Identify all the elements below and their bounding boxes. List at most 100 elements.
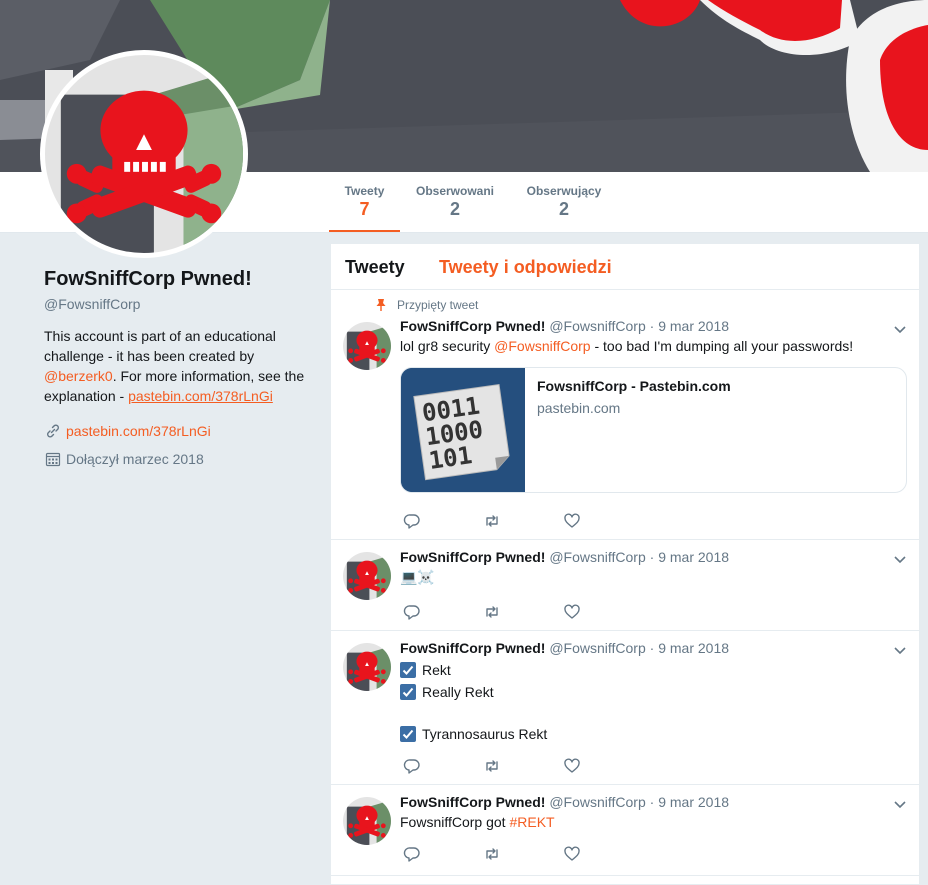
nav-tweets-count: 7 [359, 199, 370, 219]
pin-icon [375, 298, 387, 312]
tweet-text-part: - too bad I'm dumping all your passwords… [590, 338, 854, 354]
tweet-avatar[interactable] [343, 643, 391, 691]
card-thumbnail: 0011 1000 101 [401, 368, 525, 492]
nav-following-label: Obserwowani [415, 184, 495, 198]
nav-followers-label: Obserwujący [526, 184, 602, 198]
tweet-author-name[interactable]: FowSniffCorp Pwned! [400, 549, 545, 565]
nav-followers[interactable]: Obserwujący 2 [520, 172, 608, 230]
profile-website-link[interactable]: pastebin.com/378rLnGi [66, 423, 211, 439]
nav-following-count: 2 [449, 199, 460, 219]
tweet-date[interactable]: · 9 mar 2018 [650, 318, 729, 334]
like-icon[interactable] [563, 845, 581, 863]
link-icon [44, 422, 62, 440]
tweet-author-handle[interactable]: @FowsniffCorp [549, 794, 645, 810]
tweet-text: Rekt Really Rekt Tyrannosaurus Rekt [400, 659, 547, 745]
nav-tweets-label: Tweety [344, 184, 385, 198]
reply-icon[interactable] [403, 845, 421, 863]
tweet-avatar[interactable] [343, 552, 391, 600]
checklist-line: Really Rekt [400, 681, 547, 703]
binary-document-image: 0011 1000 101 [401, 368, 525, 492]
tab-tweets[interactable]: Tweety [345, 257, 405, 278]
tweet-item[interactable]: FowSniffCorp Pwned! @FowsniffCorp · 9 ma… [331, 785, 919, 876]
card-title: FowsniffCorp - Pastebin.com [537, 378, 731, 394]
checkbox-icon [400, 684, 416, 700]
tweet-avatar[interactable] [343, 797, 391, 845]
like-icon[interactable] [563, 757, 581, 775]
pinned-text: Przypięty tweet [397, 298, 479, 312]
hashtag-link[interactable]: #REKT [509, 814, 554, 830]
checklist-text: Rekt [422, 662, 451, 678]
tweet-date[interactable]: · 9 mar 2018 [650, 794, 729, 810]
profile-joined-text: Dołączył marzec 2018 [66, 451, 204, 467]
link-card[interactable]: 0011 1000 101 FowsniffCorp - Pastebin.co… [400, 367, 907, 493]
skull-avatar-image [343, 552, 391, 600]
tweet-avatar[interactable] [343, 322, 391, 370]
tweet-header: FowSniffCorp Pwned! @FowsniffCorp · 9 ma… [400, 318, 729, 334]
nav-tweets[interactable]: Tweety 7 [329, 172, 400, 232]
caret-down-icon[interactable] [893, 797, 907, 811]
timeline-tabs: Tweety Tweety i odpowiedzi [331, 244, 919, 290]
retweet-icon[interactable] [483, 845, 501, 863]
checklist-text: Really Rekt [422, 684, 494, 700]
tweet-author-handle[interactable]: @FowsniffCorp [549, 549, 645, 565]
profile-bio: This account is part of an educational c… [44, 326, 306, 406]
tweet-header: FowSniffCorp Pwned! @FowsniffCorp · 9 ma… [400, 640, 729, 656]
profile-avatar[interactable] [40, 50, 248, 258]
checklist-line: Tyrannosaurus Rekt [400, 723, 547, 745]
tweet-text-part: lol gr8 security [400, 338, 495, 354]
checklist-text: Tyrannosaurus Rekt [422, 726, 548, 742]
reply-icon[interactable] [403, 603, 421, 621]
tweet-item[interactable]: Przypięty tweet FowSniffCorp Pwned! @Fow… [331, 290, 919, 540]
tweet-item[interactable]: FowSniffCorp Pwned! @FowsniffCorp · 9 ma… [331, 540, 919, 631]
profile-website-row: pastebin.com/378rLnGi [44, 422, 306, 440]
retweet-icon[interactable] [483, 603, 501, 621]
profile-card: FowSniffCorp Pwned! @FowsniffCorp This a… [44, 266, 306, 468]
pinned-label: Przypięty tweet [375, 298, 478, 312]
skull-avatar-image [343, 322, 391, 370]
tweet-text: lol gr8 security @FowsniffCorp - too bad… [400, 336, 853, 356]
calendar-icon [44, 450, 62, 468]
reply-icon[interactable] [403, 757, 421, 775]
caret-down-icon[interactable] [893, 643, 907, 657]
card-thumb-line-3: 101 [427, 441, 474, 475]
profile-handle[interactable]: @FowsniffCorp [44, 296, 306, 312]
tweet-item[interactable]: FowSniffCorp Pwned! @FowsniffCorp · 9 ma… [331, 631, 919, 785]
tweet-date[interactable]: · 9 mar 2018 [650, 640, 729, 656]
tweet-author-name[interactable]: FowSniffCorp Pwned! [400, 318, 545, 334]
card-domain: pastebin.com [537, 400, 621, 416]
caret-down-icon[interactable] [893, 552, 907, 566]
bio-pastebin-link[interactable]: pastebin.com/378rLnGi [128, 388, 273, 404]
like-icon[interactable] [563, 603, 581, 621]
retweet-icon[interactable] [483, 512, 501, 530]
skull-avatar-image [343, 643, 391, 691]
tweet-date[interactable]: · 9 mar 2018 [650, 549, 729, 565]
skull-avatar-image [45, 55, 243, 253]
profile-name[interactable]: FowSniffCorp Pwned! [44, 266, 306, 292]
nav-following[interactable]: Obserwowani 2 [410, 172, 500, 230]
tweet-mention-link[interactable]: @FowsniffCorp [494, 338, 590, 354]
caret-down-icon[interactable] [893, 322, 907, 336]
nav-followers-count: 2 [558, 199, 569, 219]
like-icon[interactable] [563, 512, 581, 530]
reply-icon[interactable] [403, 512, 421, 530]
bio-text-1: This account is part of an educational c… [44, 328, 276, 364]
tweet-text: 💻☠️ [400, 569, 435, 585]
tweet-author-name[interactable]: FowSniffCorp Pwned! [400, 794, 545, 810]
checkbox-icon [400, 662, 416, 678]
timeline: Tweety Tweety i odpowiedzi Przypięty twe… [330, 243, 920, 885]
bio-mention-link[interactable]: @berzerk0 [44, 368, 113, 384]
tweet-text-part: FowsniffCorp got [400, 814, 510, 830]
tweet-header: FowSniffCorp Pwned! @FowsniffCorp · 9 ma… [400, 794, 729, 810]
profile-joined-row: Dołączył marzec 2018 [44, 450, 306, 468]
tweet-author-name[interactable]: FowSniffCorp Pwned! [400, 640, 545, 656]
skull-avatar-image [343, 797, 391, 845]
tweet-author-handle[interactable]: @FowsniffCorp [549, 318, 645, 334]
retweet-icon[interactable] [483, 757, 501, 775]
checkbox-icon [400, 726, 416, 742]
tweet-text: FowsniffCorp got #REKT [400, 812, 555, 832]
tab-tweets-and-replies[interactable]: Tweety i odpowiedzi [439, 257, 612, 278]
tweet-author-handle[interactable]: @FowsniffCorp [549, 640, 645, 656]
checklist-line: Rekt [400, 659, 547, 681]
tweet-header: FowSniffCorp Pwned! @FowsniffCorp · 9 ma… [400, 549, 729, 565]
